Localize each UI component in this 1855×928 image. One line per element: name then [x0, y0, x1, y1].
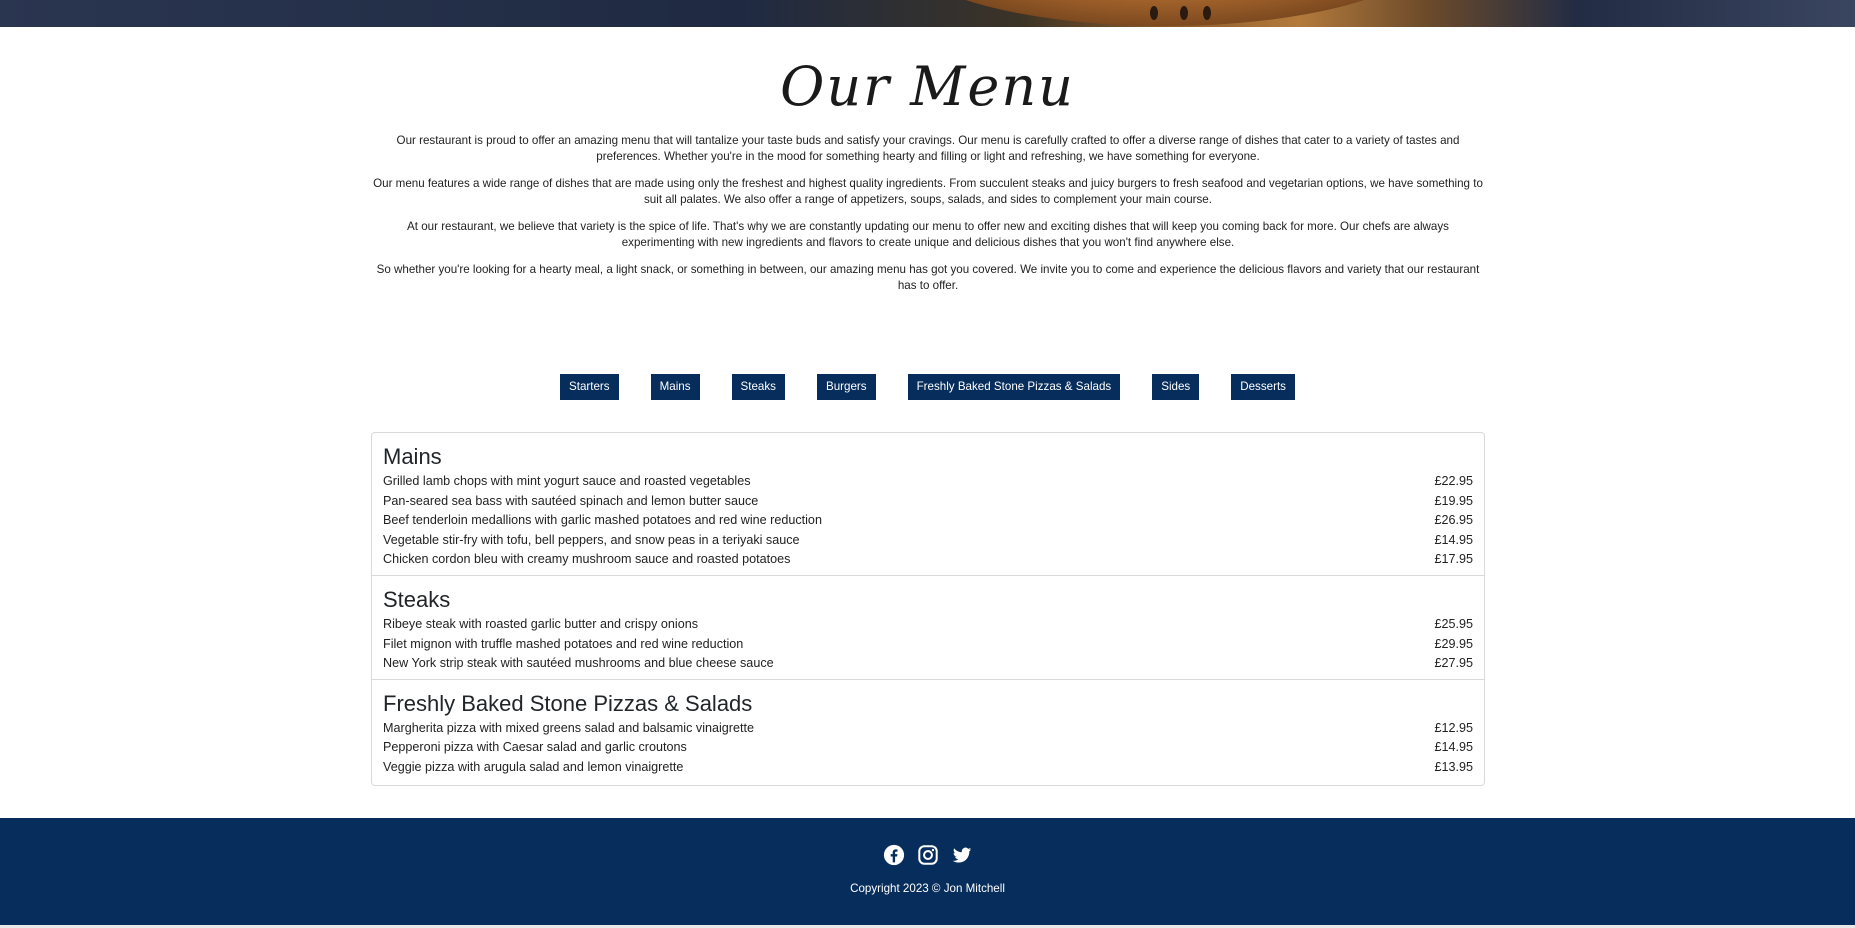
- menu-section-steaks: Steaks Ribeye steak with roasted garlic …: [372, 576, 1484, 680]
- tab-pizzas-salads[interactable]: Freshly Baked Stone Pizzas & Salads: [907, 374, 1121, 400]
- item-price: £13.95: [1434, 759, 1473, 774]
- intro-text: Our restaurant is proud to offer an amaz…: [372, 133, 1484, 305]
- tab-desserts[interactable]: Desserts: [1231, 374, 1295, 400]
- item-price: £29.95: [1434, 636, 1473, 651]
- intro-paragraph: At our restaurant, we believe that varie…: [407, 220, 1449, 249]
- burger-bun-image: [895, 0, 1435, 26]
- menu-item: Veggie pizza with arugula salad and lemo…: [383, 758, 1473, 778]
- item-name: Filet mignon with truffle mashed potatoe…: [383, 636, 744, 651]
- sesame-seed: [1180, 6, 1188, 20]
- tab-steaks[interactable]: Steaks: [731, 374, 785, 400]
- item-name: Vegetable stir-fry with tofu, bell peppe…: [383, 532, 800, 547]
- facebook-icon[interactable]: [883, 844, 905, 866]
- intro-paragraph: So whether you're looking for a hearty m…: [376, 263, 1480, 292]
- item-name: Beef tenderloin medallions with garlic m…: [383, 513, 822, 528]
- tab-starters[interactable]: Starters: [560, 374, 619, 400]
- section-heading: Mains: [383, 444, 442, 469]
- page-title: Our Menu: [780, 55, 1075, 118]
- menu-card: Mains Grilled lamb chops with mint yogur…: [371, 432, 1485, 786]
- item-price: £19.95: [1434, 493, 1473, 508]
- item-price: £26.95: [1434, 513, 1473, 528]
- item-name: Veggie pizza with arugula salad and lemo…: [383, 759, 684, 774]
- item-price: £12.95: [1434, 720, 1473, 735]
- tab-sides[interactable]: Sides: [1152, 374, 1200, 400]
- item-name: Margherita pizza with mixed greens salad…: [383, 720, 754, 735]
- item-name: Grilled lamb chops with mint yogurt sauc…: [383, 474, 751, 488]
- menu-item: Vegetable stir-fry with tofu, bell peppe…: [383, 531, 1473, 551]
- tab-mains[interactable]: Mains: [650, 374, 700, 400]
- menu-section-pizzas-salads: Freshly Baked Stone Pizzas & Salads Marg…: [372, 680, 1484, 783]
- intro-paragraph: Our menu features a wide range of dishes…: [373, 177, 1483, 206]
- menu-item: Ribeye steak with roasted garlic butter …: [383, 615, 1473, 635]
- item-name: Pan-seared sea bass with sautéed spinach…: [383, 493, 759, 508]
- footer: Copyright 2023 © Jon Mitchell: [0, 818, 1855, 928]
- menu-item: Pepperoni pizza with Caesar salad and ga…: [383, 738, 1473, 758]
- item-name: Chicken cordon bleu with creamy mushroom…: [383, 552, 791, 567]
- item-price: £14.95: [1434, 740, 1473, 755]
- social-links: [0, 844, 1855, 866]
- sesame-seed: [1150, 6, 1158, 20]
- menu-item: New York strip steak with sautéed mushro…: [383, 654, 1473, 674]
- intro-paragraph: Our restaurant is proud to offer an amaz…: [396, 134, 1460, 163]
- item-name: Pepperoni pizza with Caesar salad and ga…: [383, 740, 687, 755]
- copyright-text: Copyright 2023 © Jon Mitchell: [850, 882, 1005, 895]
- item-price: £22.95: [1434, 474, 1473, 488]
- twitter-icon[interactable]: [951, 844, 973, 866]
- item-name: Ribeye steak with roasted garlic butter …: [383, 616, 699, 631]
- item-name: New York strip steak with sautéed mushro…: [383, 656, 774, 671]
- menu-category-tabs: Starters Mains Steaks Burgers Freshly Ba…: [0, 374, 1855, 400]
- item-price: £17.95: [1434, 552, 1473, 567]
- item-price: £14.95: [1434, 532, 1473, 547]
- section-heading: Freshly Baked Stone Pizzas & Salads: [383, 690, 753, 716]
- menu-item: Pan-seared sea bass with sautéed spinach…: [383, 492, 1473, 512]
- menu-item: Beef tenderloin medallions with garlic m…: [383, 511, 1473, 531]
- item-price: £25.95: [1434, 616, 1473, 631]
- menu-item: Grilled lamb chops with mint yogurt sauc…: [383, 472, 1473, 492]
- instagram-icon[interactable]: [917, 844, 939, 866]
- tab-burgers[interactable]: Burgers: [816, 374, 876, 400]
- menu-item: Margherita pizza with mixed greens salad…: [383, 719, 1473, 739]
- hero-image: [0, 0, 1855, 27]
- menu-item: Filet mignon with truffle mashed potatoe…: [383, 635, 1473, 655]
- menu-item: Chicken cordon bleu with creamy mushroom…: [383, 550, 1473, 570]
- sesame-seed: [1203, 6, 1211, 20]
- section-heading: Steaks: [383, 586, 451, 612]
- menu-section-mains: Mains Grilled lamb chops with mint yogur…: [372, 433, 1484, 576]
- item-price: £27.95: [1434, 656, 1473, 671]
